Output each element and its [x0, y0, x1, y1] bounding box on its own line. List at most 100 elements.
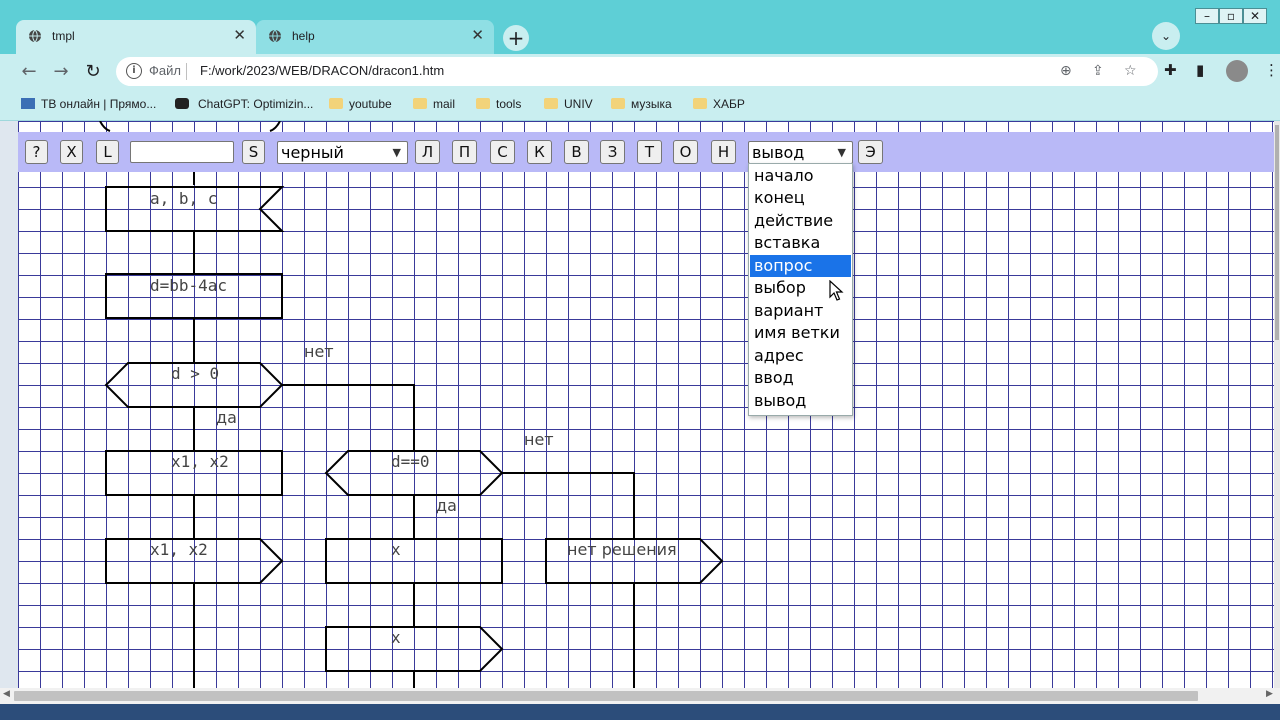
dropdown-option-highlighted[interactable]: вопрос [750, 255, 851, 277]
scroll-right-icon[interactable]: ▶ [1266, 689, 1273, 699]
dropdown-option[interactable]: вариант [750, 300, 851, 322]
branch-label: нет [304, 342, 334, 361]
scroll-left-icon[interactable]: ◀ [3, 689, 10, 699]
info-icon[interactable]: i [126, 63, 142, 79]
avatar[interactable] [1226, 60, 1248, 82]
dropdown-option[interactable]: вставка [750, 232, 851, 254]
branch-label: да [216, 408, 237, 427]
shape-select[interactable]: вывод ▼ [748, 141, 853, 164]
bookmark-item[interactable]: mail [413, 95, 463, 115]
text-input[interactable] [130, 141, 234, 163]
horizontal-scroll-thumb[interactable] [14, 691, 1198, 701]
side-panel-icon[interactable]: ▮ [1196, 61, 1204, 79]
folder-icon [611, 98, 625, 109]
block-text: нет решения [567, 540, 677, 559]
letter-button[interactable]: З [600, 140, 625, 164]
new-tab-button[interactable]: + [503, 25, 529, 51]
folder-icon [693, 98, 707, 109]
export-button[interactable]: Э [858, 140, 883, 164]
folder-icon [476, 98, 490, 109]
help-button[interactable]: ? [25, 140, 48, 164]
block-text: d==0 [391, 452, 430, 471]
bookmark-star-icon[interactable]: ☆ [1124, 63, 1137, 79]
scheme-label: Файл [149, 63, 181, 78]
letter-button[interactable]: В [564, 140, 589, 164]
output-block [325, 626, 504, 672]
dropdown-option[interactable]: адрес [750, 345, 851, 367]
chevron-down-icon: ▼ [392, 146, 401, 159]
share-icon[interactable]: ⇪ [1092, 63, 1104, 79]
branch-label: нет [524, 430, 554, 449]
delete-button[interactable]: X [60, 140, 83, 164]
vertical-scroll-thumb[interactable] [1275, 125, 1279, 340]
bookmark-label: UNIV [564, 97, 593, 111]
line-button[interactable]: L [96, 140, 119, 164]
zoom-icon[interactable]: ⊕ [1060, 63, 1072, 79]
dropdown-option[interactable]: имя ветки [750, 322, 851, 344]
back-arrow-icon[interactable]: ← [17, 60, 41, 84]
letter-button[interactable]: Н [711, 140, 736, 164]
globe-icon [269, 29, 281, 43]
tab-label: help [292, 29, 315, 43]
globe-icon [29, 29, 41, 43]
block-text: a, b, c [150, 189, 217, 208]
chevron-down-icon: ▼ [837, 146, 846, 159]
url-text[interactable]: F:/work/2023/WEB/DRACON/dracon1.htm [200, 63, 444, 78]
dropdown-option[interactable]: конец [750, 187, 851, 209]
tab-label: tmpl [52, 29, 75, 43]
forward-arrow-icon[interactable]: → [49, 60, 73, 84]
letter-button[interactable]: О [673, 140, 698, 164]
bookmark-item[interactable]: музыка [611, 95, 681, 115]
dracon-diagram: a, b, c d=bb-4ac d > 0 x1, x2 x1, x2 d==… [99, 121, 724, 688]
folder-icon [544, 98, 558, 109]
letter-button[interactable]: Л [415, 140, 440, 164]
bookmark-label: музыка [631, 97, 672, 111]
dropdown-option[interactable]: вывод [750, 390, 851, 412]
bookmark-label: ТВ онлайн | Прямо... [41, 97, 157, 111]
block-text: d=bb-4ac [150, 276, 227, 295]
folder-icon [413, 98, 427, 109]
letter-button[interactable]: Т [637, 140, 662, 164]
bookmark-label: ХАБР [713, 97, 745, 111]
menu-icon[interactable]: ⋮ [1264, 61, 1279, 79]
tab-help[interactable]: help ✕ [256, 20, 494, 54]
minimize-button[interactable]: – [1195, 8, 1219, 24]
bookmark-label: youtube [349, 97, 392, 111]
bookmark-label: ChatGPT: Optimizin... [198, 97, 314, 111]
bookmark-item[interactable]: youtube [329, 95, 399, 115]
maximize-button[interactable]: ▫ [1219, 8, 1243, 24]
shape-select-value: вывод [752, 143, 805, 162]
color-select-value: черный [281, 143, 344, 162]
dropdown-option[interactable]: начало [750, 165, 851, 187]
bookmark-item[interactable]: tools [476, 95, 531, 115]
set-text-button[interactable]: S [242, 140, 265, 164]
block-text: x [391, 540, 401, 559]
tab-search-chevron-icon[interactable]: ⌄ [1152, 22, 1180, 50]
letter-button[interactable]: С [490, 140, 515, 164]
block-text: x1, x2 [150, 540, 208, 559]
close-window-button[interactable]: ✕ [1243, 8, 1267, 24]
extensions-icon[interactable]: ✚ [1164, 61, 1177, 79]
close-tab-icon[interactable]: ✕ [471, 26, 484, 44]
color-select[interactable]: черный ▼ [277, 141, 408, 164]
address-bar[interactable]: i Файл F:/work/2023/WEB/DRACON/dracon1.h… [116, 57, 1158, 86]
bookmark-item[interactable]: ChatGPT: Optimizin... [175, 95, 320, 115]
page-margin [0, 121, 18, 688]
tv-icon [21, 98, 35, 109]
bookmark-item[interactable]: ТВ онлайн | Прямо... [21, 95, 171, 115]
bookmark-item[interactable]: ХАБР [693, 95, 748, 115]
close-tab-icon[interactable]: ✕ [233, 26, 246, 44]
bookmark-item[interactable]: UNIV [544, 95, 599, 115]
chatgpt-icon [175, 98, 189, 109]
divider [186, 63, 187, 80]
letter-button[interactable]: К [527, 140, 552, 164]
reload-icon[interactable]: ↻ [81, 60, 105, 84]
dropdown-option[interactable]: действие [750, 210, 851, 232]
tab-tmpl[interactable]: tmpl ✕ [16, 20, 256, 54]
bookmark-label: tools [496, 97, 522, 111]
letter-button[interactable]: П [452, 140, 477, 164]
folder-icon [329, 98, 343, 109]
block-text: x1, x2 [171, 452, 229, 471]
branch-label: да [436, 496, 457, 515]
dropdown-option[interactable]: ввод [750, 367, 851, 389]
